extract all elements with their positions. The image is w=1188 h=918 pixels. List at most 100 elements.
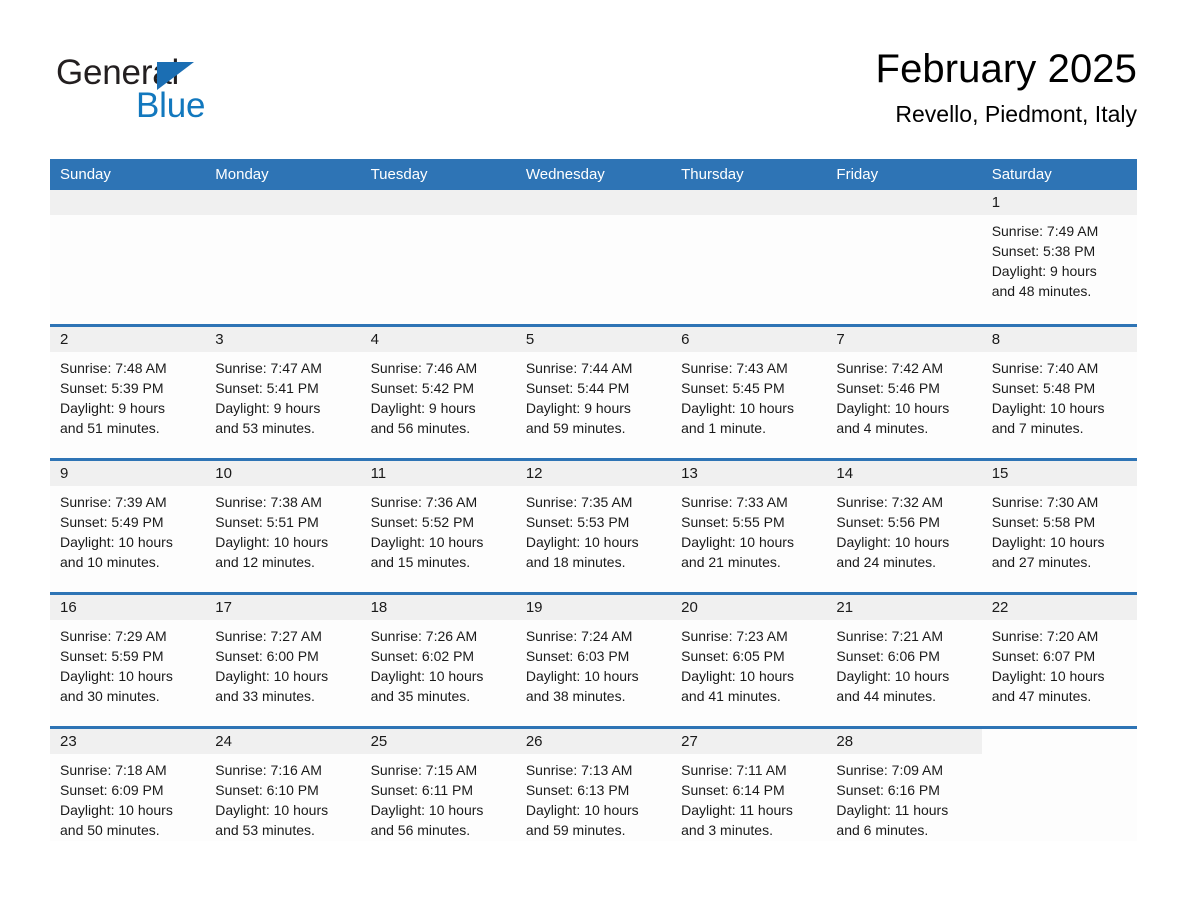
day-details: Sunrise: 7:24 AM Sunset: 6:03 PM Daylight:… — [516, 620, 671, 706]
daylight-text-line2: and 15 minutes. — [370, 554, 471, 570]
calendar-day-cell-inner: 17 Sunrise: 7:27 AM Sunset: 6:00 PM Dayligh… — [205, 595, 361, 726]
calendar-day-cell: 22 Sunrise: 7:20 AM Sunset: 6:07 PM Dayligh… — [981, 592, 1137, 728]
daylight-text-line2: and 18 minutes. — [525, 554, 626, 570]
calendar-cell-empty-inner — [205, 190, 361, 324]
daylight-text-line2: and 59 minutes. — [525, 420, 626, 436]
day-number-band: 17 — [205, 595, 361, 620]
calendar-cell-empty-inner — [360, 190, 516, 324]
day-details: Sunrise: 7:36 AM Sunset: 5:52 PM Daylight:… — [361, 486, 516, 572]
day-details: Sunrise: 7:16 AM Sunset: 6:10 PM Daylight:… — [205, 754, 360, 840]
sunrise-text: Sunrise: 7:27 AM — [215, 628, 322, 644]
day-details: Sunrise: 7:20 AM Sunset: 6:07 PM Daylight:… — [982, 620, 1137, 706]
calendar-day-cell: 16 Sunrise: 7:29 AM Sunset: 5:59 PM Dayligh… — [50, 592, 206, 728]
dow-header-tuesday: Tuesday — [360, 159, 516, 190]
daylight-text-line1: Daylight: 10 hours — [681, 400, 794, 416]
dow-header-monday: Monday — [205, 159, 361, 190]
sunrise-text: Sunrise: 7:38 AM — [215, 494, 322, 510]
daylight-text-line1: Daylight: 9 hours — [215, 400, 321, 416]
sunset-text: Sunset: 6:13 PM — [525, 782, 630, 798]
calendar-cell-empty — [826, 190, 982, 326]
day-number: 18 — [370, 599, 388, 616]
day-details: Sunrise: 7:13 AM Sunset: 6:13 PM Daylight:… — [516, 754, 671, 840]
calendar-day-cell-inner: 24 Sunrise: 7:16 AM Sunset: 6:10 PM Dayligh… — [205, 729, 361, 841]
day-number-band: 8 — [981, 327, 1137, 352]
day-details: Sunrise: 7:49 AM Sunset: 5:38 PM Daylight:… — [982, 215, 1137, 301]
sunset-text: Sunset: 6:06 PM — [836, 648, 940, 664]
calendar-week-row: 16 Sunrise: 7:29 AM Sunset: 5:59 PM Dayligh… — [50, 592, 1137, 728]
daylight-text-line1: Daylight: 10 hours — [525, 534, 639, 550]
day-details: Sunrise: 7:21 AM Sunset: 6:06 PM Daylight:… — [826, 620, 981, 706]
calendar-day-cell: 21 Sunrise: 7:21 AM Sunset: 6:06 PM Dayligh… — [826, 592, 982, 728]
generalblue-logo[interactable]: General Blue — [56, 53, 316, 127]
daylight-text-line1: Daylight: 10 hours — [836, 400, 950, 416]
calendar-grid: Sunday Monday Tuesday Wednesday Thursday… — [50, 159, 1137, 841]
day-details: Sunrise: 7:23 AM Sunset: 6:05 PM Daylight:… — [671, 620, 826, 706]
sunrise-text: Sunrise: 7:35 AM — [525, 494, 633, 510]
day-number: 20 — [681, 599, 698, 616]
calendar-day-cell-inner: 1 Sunrise: 7:49 AM Sunset: 5:38 PM Daylight… — [981, 190, 1137, 324]
sunset-text: Sunset: 5:38 PM — [991, 243, 1096, 259]
sunset-text: Sunset: 5:59 PM — [60, 648, 164, 664]
daylight-text-line1: Daylight: 10 hours — [681, 534, 794, 550]
day-number-band: 5 — [515, 327, 672, 352]
sunset-text: Sunset: 6:09 PM — [60, 782, 164, 798]
sunrise-text: Sunrise: 7:43 AM — [681, 360, 788, 376]
day-number-band: 1 — [981, 190, 1137, 215]
calendar-day-cell: 19 Sunrise: 7:24 AM Sunset: 6:03 PM Dayligh… — [515, 592, 672, 728]
calendar-cell-empty — [360, 190, 516, 326]
day-number-band: 7 — [826, 327, 982, 352]
day-details: Sunrise: 7:32 AM Sunset: 5:56 PM Daylight:… — [826, 486, 981, 572]
day-number-band: 24 — [205, 729, 361, 754]
day-details: Sunrise: 7:38 AM Sunset: 5:51 PM Daylight:… — [205, 486, 360, 572]
sunrise-text: Sunrise: 7:18 AM — [60, 762, 167, 778]
day-details: Sunrise: 7:43 AM Sunset: 5:45 PM Daylight:… — [671, 352, 826, 438]
sunrise-text: Sunrise: 7:16 AM — [215, 762, 322, 778]
day-details: Sunrise: 7:11 AM Sunset: 6:14 PM Daylight:… — [671, 754, 826, 840]
calendar-day-cell-inner: 8 Sunrise: 7:40 AM Sunset: 5:48 PM Daylight… — [981, 327, 1137, 458]
sunrise-text: Sunrise: 7:39 AM — [60, 494, 167, 510]
daylight-text-line1: Daylight: 11 hours — [681, 802, 793, 818]
day-number-band: 13 — [671, 461, 827, 486]
daylight-text-line2: and 41 minutes. — [681, 688, 781, 704]
calendar-day-cell-inner: 25 Sunrise: 7:15 AM Sunset: 6:11 PM Dayligh… — [360, 729, 516, 841]
sunrise-text: Sunrise: 7:20 AM — [991, 628, 1099, 644]
daylight-text-line1: Daylight: 10 hours — [836, 668, 950, 684]
dow-header-friday: Friday — [826, 159, 982, 190]
day-number-band: 28 — [826, 729, 982, 754]
calendar-day-cell-inner: 10 Sunrise: 7:38 AM Sunset: 5:51 PM Dayligh… — [205, 461, 361, 592]
sunset-text: Sunset: 5:58 PM — [991, 514, 1096, 530]
daylight-text-line1: Daylight: 10 hours — [836, 534, 950, 550]
daylight-text-line1: Daylight: 10 hours — [525, 668, 639, 684]
day-number: 24 — [215, 733, 232, 750]
sunset-text: Sunset: 6:07 PM — [991, 648, 1096, 664]
calendar-cell-empty — [205, 190, 361, 326]
brand-name-blue: Blue — [136, 86, 206, 125]
sunset-text: Sunset: 5:49 PM — [60, 514, 164, 530]
day-number: 16 — [60, 599, 77, 616]
day-number-band — [205, 190, 361, 215]
daylight-text-line2: and 1 minute. — [681, 420, 766, 436]
day-number-band: 20 — [671, 595, 827, 620]
calendar-day-cell: 6 Sunrise: 7:43 AM Sunset: 5:45 PM Daylight… — [671, 324, 827, 460]
location-subtitle: Revello, Piedmont, Italy — [895, 101, 1137, 127]
calendar-cell-blank — [981, 726, 1137, 841]
calendar-day-cell-inner: 15 Sunrise: 7:30 AM Sunset: 5:58 PM Dayligh… — [981, 461, 1137, 592]
daylight-text-line1: Daylight: 9 hours — [991, 263, 1097, 279]
day-number: 25 — [370, 733, 388, 750]
daylight-text-line1: Daylight: 10 hours — [60, 668, 173, 684]
daylight-text-line1: Daylight: 10 hours — [215, 802, 329, 818]
sunset-text: Sunset: 5:53 PM — [525, 514, 630, 530]
calendar-day-cell: 27 Sunrise: 7:11 AM Sunset: 6:14 PM Dayligh… — [671, 726, 827, 841]
day-number: 21 — [836, 599, 854, 616]
daylight-text-line2: and 51 minutes. — [60, 420, 160, 436]
day-details: Sunrise: 7:33 AM Sunset: 5:55 PM Daylight:… — [671, 486, 826, 572]
day-number-band: 4 — [360, 327, 516, 352]
dow-header-thursday: Thursday — [671, 159, 827, 190]
sunrise-text: Sunrise: 7:29 AM — [60, 628, 167, 644]
day-number: 6 — [681, 331, 690, 348]
calendar-cell-empty — [50, 190, 206, 326]
dow-header-wednesday: Wednesday — [515, 159, 672, 190]
calendar-day-cell: 3 Sunrise: 7:47 AM Sunset: 5:41 PM Daylight… — [205, 324, 361, 460]
day-details: Sunrise: 7:29 AM Sunset: 5:59 PM Daylight:… — [50, 620, 205, 706]
day-number: 10 — [215, 465, 232, 482]
